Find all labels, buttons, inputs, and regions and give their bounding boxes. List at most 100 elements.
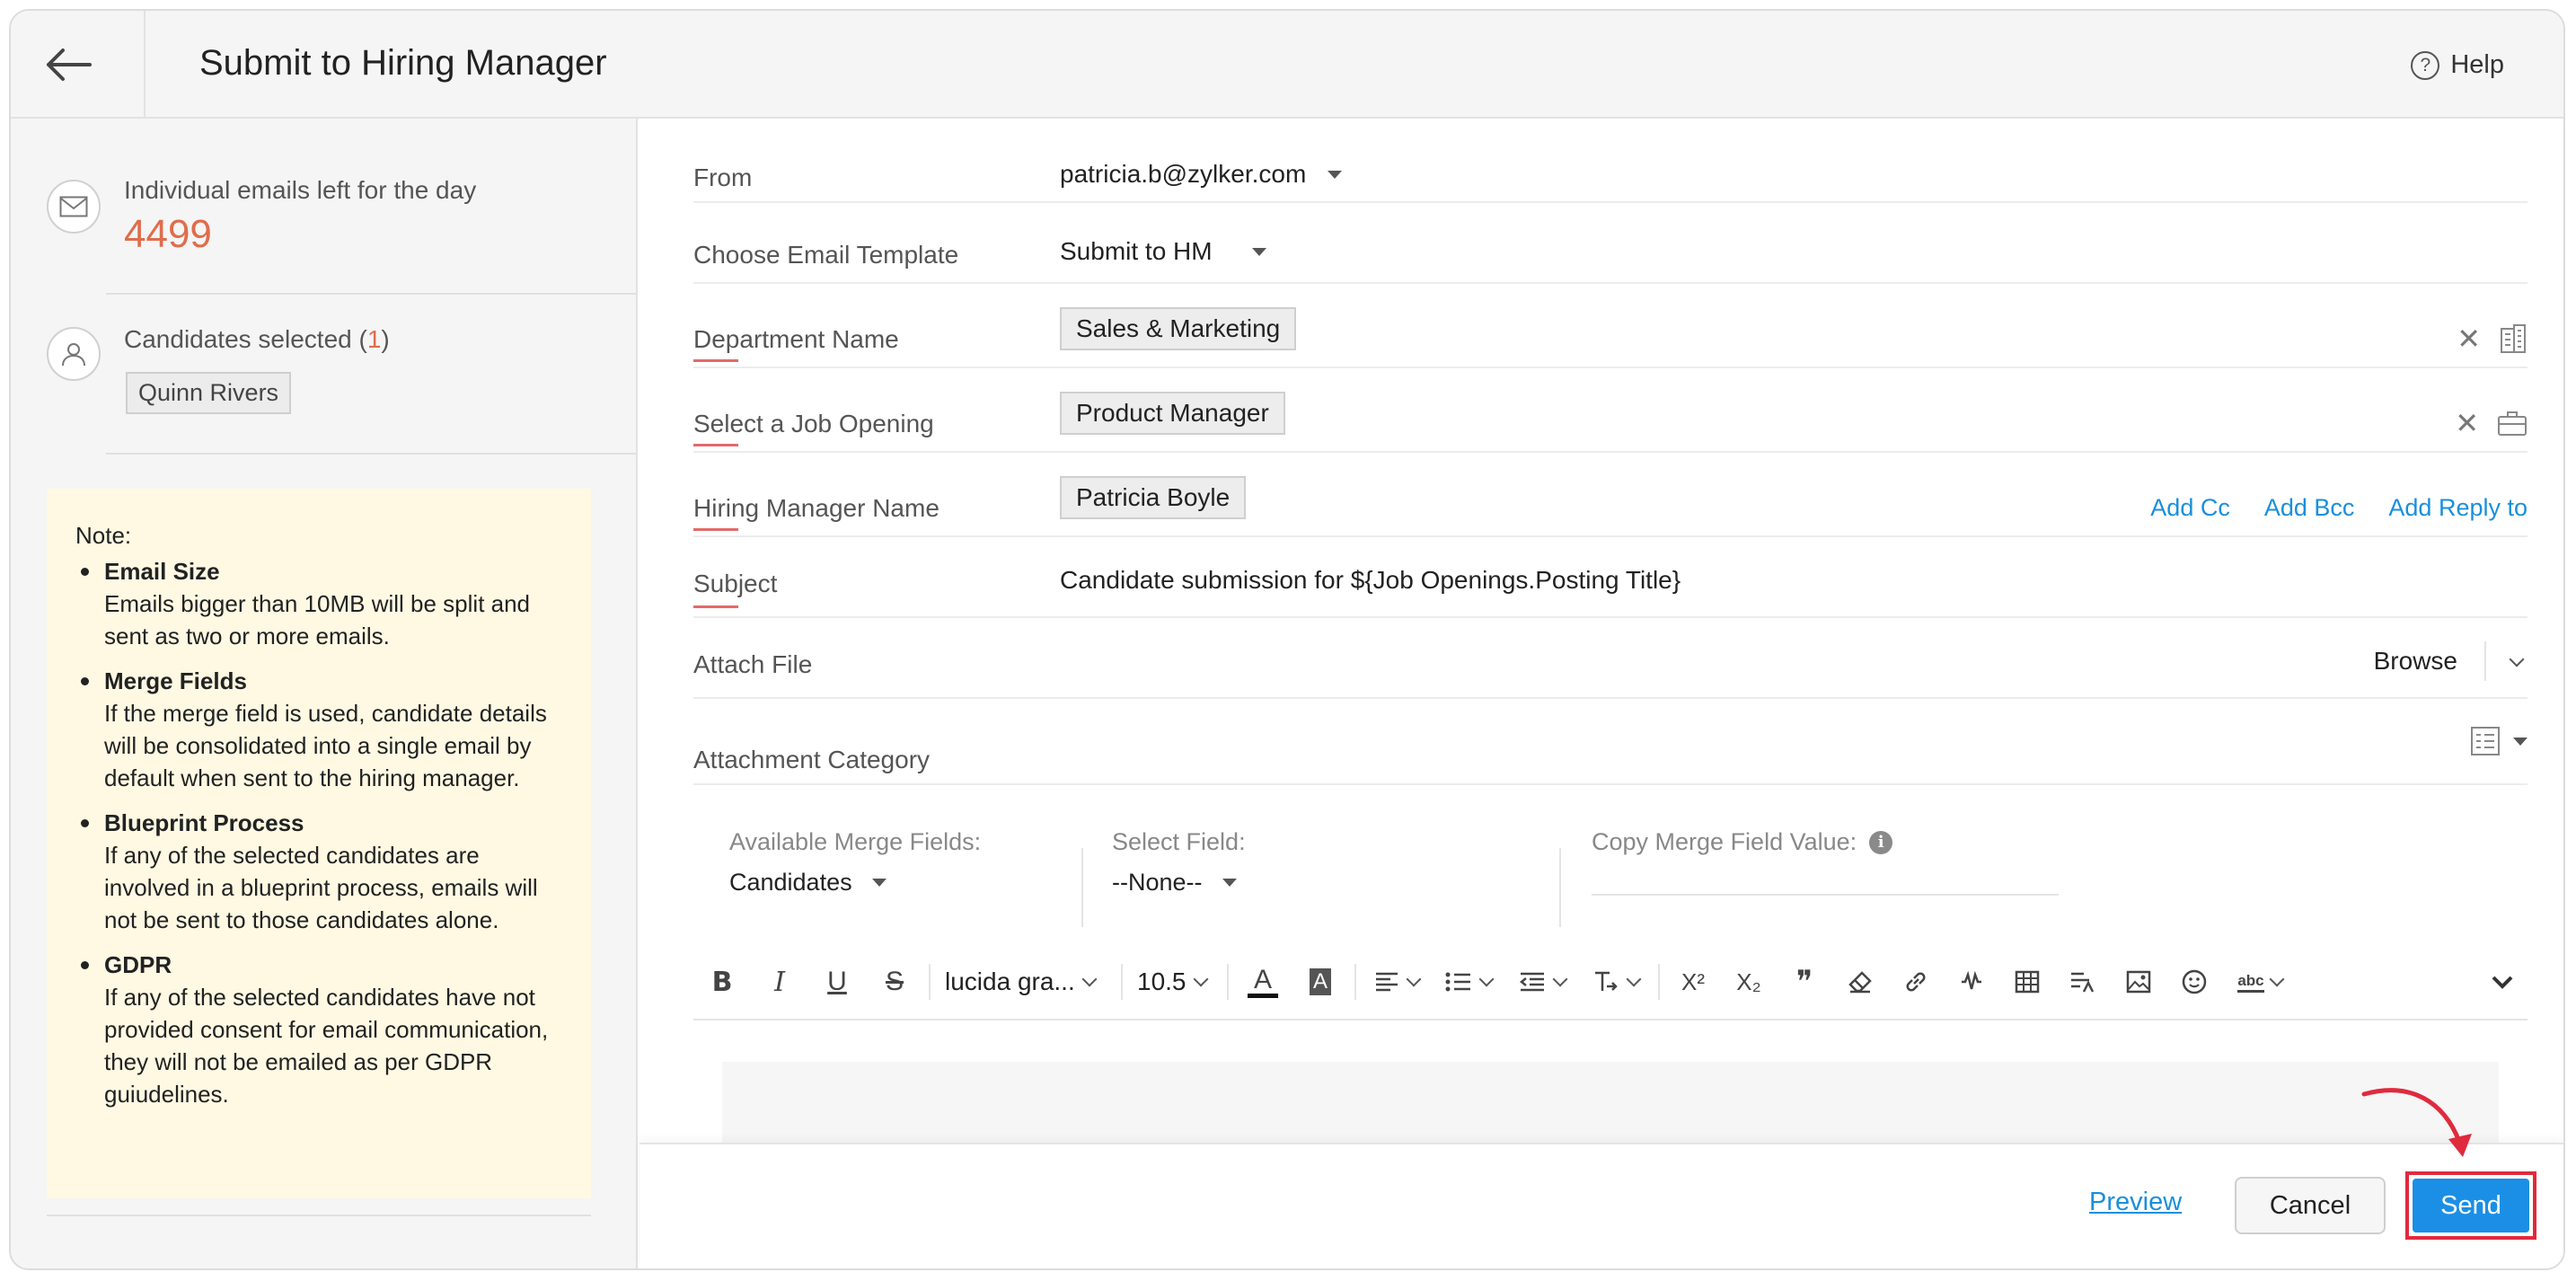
hiring-manager-tag[interactable]: Patricia Boyle	[1060, 476, 1247, 519]
add-reply-to-link[interactable]: Add Reply to	[2388, 494, 2527, 522]
add-cc-link[interactable]: Add Cc	[2150, 494, 2230, 522]
sidebar-divider	[106, 453, 636, 455]
building-icon[interactable]	[2499, 323, 2527, 354]
available-merge-fields: Available Merge Fields: Candidates	[729, 828, 981, 897]
department-tag[interactable]: Sales & Marketing	[1060, 307, 1297, 350]
note-heading: Blueprint Process	[104, 809, 304, 836]
job-opening-label: Select a Job Opening	[693, 410, 934, 437]
department-label: Department Name	[693, 325, 899, 353]
candidate-tag[interactable]: Quinn Rivers	[126, 372, 292, 414]
required-indicator	[693, 528, 738, 531]
copy-merge-field-label-row: Copy Merge Field Value: i	[1592, 828, 2059, 856]
caret-down-icon	[2513, 737, 2527, 746]
back-arrow-icon[interactable]	[43, 43, 93, 86]
job-opening-row: Select a Job Opening Product Manager ✕	[693, 368, 2527, 453]
template-select[interactable]: Submit to HM	[1060, 237, 1266, 266]
blockquote-button[interactable]: ❞	[1777, 957, 1832, 1007]
toolbar-separator	[1121, 964, 1123, 1000]
briefcase-icon[interactable]	[2497, 410, 2527, 437]
required-indicator	[693, 444, 738, 446]
underline-button[interactable]: U	[808, 957, 866, 1007]
select-field-select[interactable]: --None--	[1112, 869, 1246, 897]
clear-format-button[interactable]	[1832, 957, 1888, 1007]
template-row: Choose Email Template Submit to HM	[693, 203, 2527, 284]
waveform-icon	[1962, 970, 1981, 990]
bold-button[interactable]: B	[693, 957, 751, 1007]
job-opening-tag[interactable]: Product Manager	[1060, 392, 1285, 435]
candidates-label-prefix: Candidates selected (	[124, 325, 367, 353]
image-icon	[2126, 970, 2151, 994]
help-button[interactable]: ? Help	[2411, 50, 2504, 80]
arrow-annotation-icon	[2361, 1088, 2472, 1157]
browse-button[interactable]: Browse	[2374, 641, 2486, 681]
note-title: Note:	[75, 522, 132, 549]
toolbar-expand-button[interactable]	[2477, 957, 2527, 1007]
subscript-button[interactable]: X₂	[1721, 957, 1777, 1007]
available-merge-fields-select[interactable]: Candidates	[729, 869, 981, 897]
job-opening-actions: ✕	[2455, 406, 2527, 440]
font-family-select[interactable]: lucida gra...	[936, 967, 1116, 996]
bulleted-list-icon	[1445, 972, 1470, 992]
clear-icon[interactable]: ✕	[2457, 322, 2481, 356]
format-text-button[interactable]	[2055, 957, 2111, 1007]
candidates-label-suffix: )	[381, 325, 390, 353]
header-divider	[144, 11, 146, 119]
department-field[interactable]: Sales & Marketing	[1060, 307, 1297, 350]
font-color-glyph: A	[1253, 964, 1272, 994]
insert-image-button[interactable]	[2111, 957, 2166, 1007]
sidebar-bottom-divider	[47, 1215, 591, 1216]
cancel-button[interactable]: Cancel	[2235, 1177, 2386, 1234]
user-icon	[47, 327, 101, 381]
attachment-category-actions[interactable]	[2470, 726, 2527, 756]
strikethrough-button[interactable]: S	[866, 957, 923, 1007]
send-button[interactable]: Send	[2413, 1179, 2529, 1232]
line-height-button[interactable]	[1579, 957, 1653, 1007]
app-window: Submit to Hiring Manager ? Help Individu…	[9, 9, 2565, 1270]
note-text: If any of the selected candidates are in…	[104, 842, 538, 933]
editor-toolbar: B I U S lucida gra... 10.5 A A X² X₂ ❞ a…	[693, 945, 2527, 1020]
email-body-editor[interactable]	[722, 1062, 2499, 1153]
subject-input[interactable]: Candidate submission for ${Job Openings.…	[1060, 566, 1681, 595]
indent-button[interactable]	[1505, 957, 1579, 1007]
italic-button[interactable]: I	[751, 957, 808, 1007]
align-left-icon	[1376, 972, 1398, 992]
background-color-button[interactable]: A	[1292, 957, 1349, 1007]
checklist-icon[interactable]	[2470, 726, 2501, 756]
spellcheck-button[interactable]: abc	[2222, 957, 2298, 1007]
toolbar-separator	[1354, 964, 1356, 1000]
preview-link[interactable]: Preview	[2089, 1188, 2182, 1217]
superscript-button[interactable]: X²	[1665, 957, 1721, 1007]
table-icon	[2015, 970, 2040, 994]
from-row: From patricia.b@zylker.com	[693, 149, 2527, 203]
note-heading: Merge Fields	[104, 667, 247, 694]
insert-table-button[interactable]	[1999, 957, 2055, 1007]
add-bcc-link[interactable]: Add Bcc	[2264, 494, 2355, 522]
insert-snippet-button[interactable]	[1944, 957, 1999, 1007]
required-indicator	[693, 605, 738, 608]
merge-separator	[1559, 848, 1561, 927]
insert-link-button[interactable]	[1888, 957, 1944, 1007]
spellcheck-icon: abc	[2237, 972, 2264, 993]
from-select[interactable]: patricia.b@zylker.com	[1060, 160, 1343, 189]
clear-icon[interactable]: ✕	[2455, 406, 2479, 440]
list-button[interactable]	[1432, 957, 1505, 1007]
hiring-manager-field[interactable]: Patricia Boyle	[1060, 476, 1247, 519]
smiley-icon	[2182, 969, 2207, 994]
chevron-down-icon	[2492, 976, 2513, 989]
font-size-select[interactable]: 10.5	[1128, 967, 1222, 996]
attach-dropdown-button[interactable]	[2486, 651, 2527, 669]
job-opening-field[interactable]: Product Manager	[1060, 392, 1285, 435]
note-item: GDPR If any of the selected candidates h…	[75, 949, 564, 1110]
chevron-down-icon	[1552, 971, 1568, 987]
from-value: patricia.b@zylker.com	[1060, 160, 1307, 188]
align-button[interactable]	[1362, 957, 1432, 1007]
font-color-button[interactable]: A	[1234, 957, 1292, 1007]
insert-emoji-button[interactable]	[2166, 957, 2222, 1007]
copy-merge-field-input[interactable]	[1592, 856, 2059, 896]
email-form: From patricia.b@zylker.com Choose Email …	[640, 119, 2563, 1268]
footer-actions: Preview Cancel Send	[640, 1088, 2563, 1268]
note-heading: GDPR	[104, 951, 172, 978]
emails-left-count: 4499	[124, 212, 212, 256]
attach-file-row: Attach File Browse	[693, 618, 2527, 699]
info-icon[interactable]: i	[1869, 830, 1893, 854]
